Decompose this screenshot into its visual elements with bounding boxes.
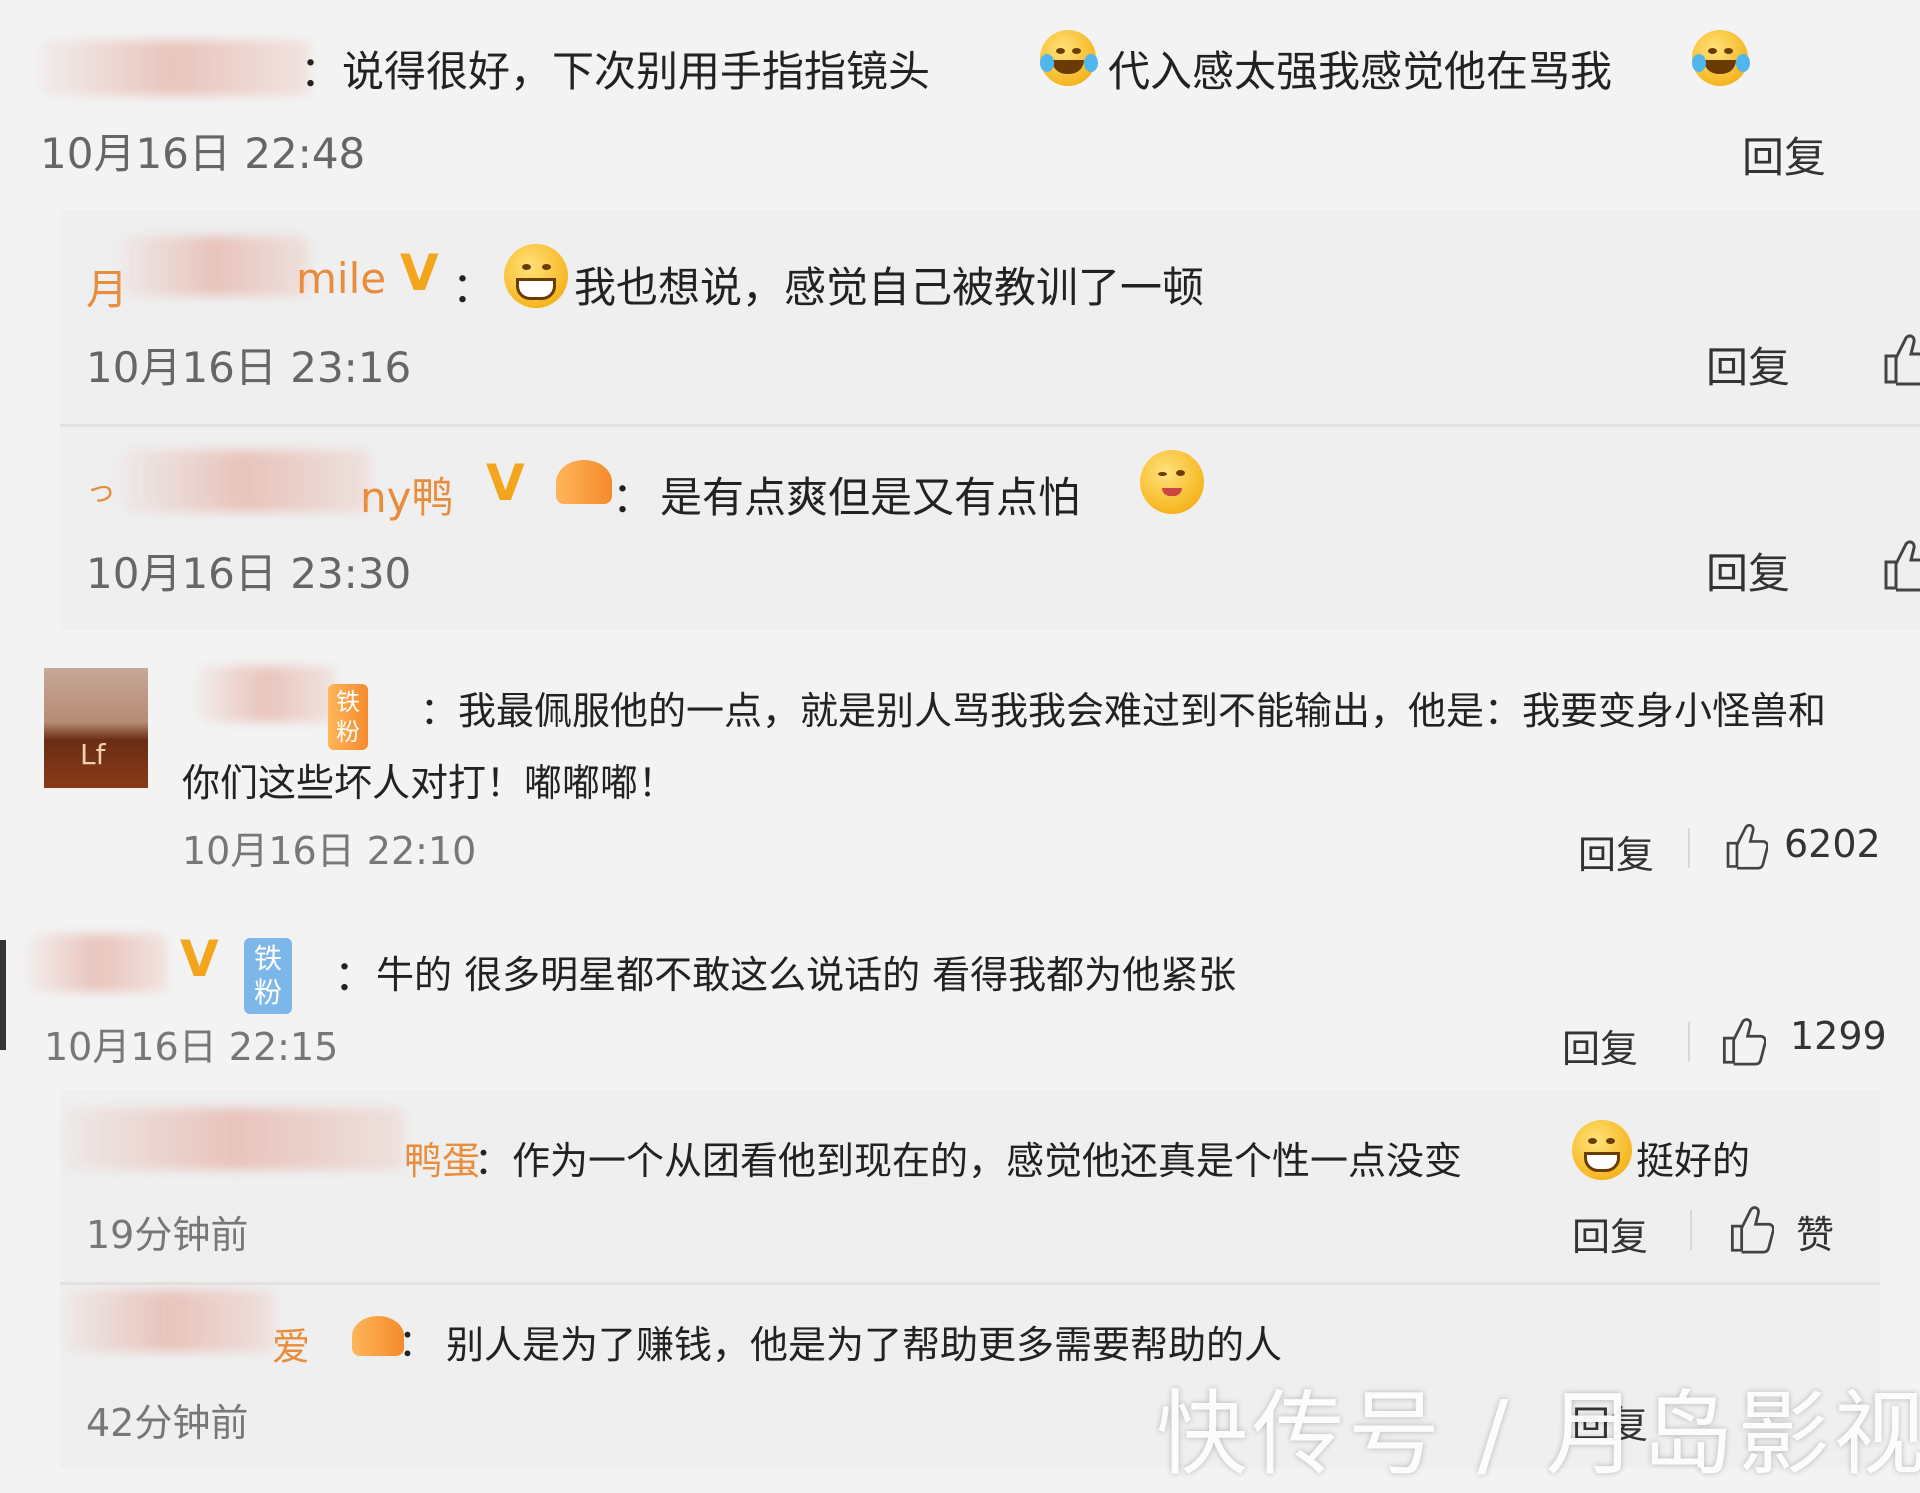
username-head: っ: [86, 474, 116, 509]
username-blurred: [28, 934, 168, 992]
username-tail[interactable]: 爱: [272, 1316, 310, 1371]
fan-badge: 铁粉: [244, 938, 293, 1014]
grin-emoji: [1572, 1120, 1632, 1180]
username-blurred: [196, 666, 336, 722]
thumbs-up-icon[interactable]: [1880, 536, 1920, 592]
fan-badge: 铁粉: [328, 684, 368, 750]
comment-text-line-2: 你们这些坏人对打！嘟嘟嘟！: [182, 761, 677, 805]
reply-button[interactable]: 回复: [1562, 1018, 1638, 1073]
fan-badge-icon: [556, 460, 612, 504]
verified-badge: V: [180, 930, 219, 988]
username-tail[interactable]: ny鸭: [360, 464, 453, 525]
thumbs-up-icon[interactable]: [1726, 1202, 1774, 1254]
reply-button[interactable]: 回复: [1742, 124, 1826, 185]
username-blurred: [120, 236, 310, 296]
divider: [60, 1282, 1880, 1285]
divider: [60, 424, 1920, 427]
username-blurred: [64, 1108, 404, 1170]
divider: [1690, 1210, 1692, 1250]
username-blurred: [40, 40, 310, 96]
laugh-cry-emoji: [1040, 30, 1098, 86]
comment-time: 19分钟前: [86, 1213, 249, 1257]
comment-text-part-2: 挺好的: [1636, 1139, 1751, 1183]
like-button-label[interactable]: 赞: [1796, 1204, 1834, 1259]
thumbs-up-icon[interactable]: [1722, 820, 1768, 870]
comment-time: 10月16日 22:15: [44, 1025, 339, 1069]
comment-time: 42分钟前: [86, 1401, 249, 1445]
reply-button[interactable]: 回复: [1706, 334, 1790, 395]
grin-emoji: [504, 244, 568, 308]
thumbs-up-icon[interactable]: [1718, 1014, 1766, 1066]
colon: ：: [398, 1321, 437, 1365]
thumbs-up-icon[interactable]: [1880, 330, 1920, 386]
laugh-cry-emoji: [1692, 30, 1750, 86]
avatar[interactable]: Lf: [44, 668, 148, 788]
divider: [1688, 828, 1690, 868]
reply-button[interactable]: 回复: [1706, 540, 1790, 601]
comment-text-part-1: ：作为一个从团看他到现在的，感觉他还真是个性一点没变: [474, 1139, 1463, 1183]
comment-text: 我也想说，感觉自己被教训了一顿: [574, 263, 1205, 312]
verified-badge: V: [486, 454, 525, 512]
username-blurred: [120, 450, 370, 512]
comment-1: ：说得很好，下次别用手指指镜头 代入感太强我感觉他在骂我 10月16日 22:4…: [0, 0, 1920, 200]
divider: [1688, 1022, 1690, 1062]
comment-text-part-2: 代入感太强我感觉他在骂我: [1108, 47, 1613, 96]
username-tail[interactable]: mile: [296, 254, 386, 303]
wink-emoji: [1140, 450, 1204, 514]
username-tail[interactable]: 鸭蛋: [404, 1130, 480, 1185]
fan-badge-icon: [352, 1316, 404, 1356]
comment-text: 牛的 很多明星都不敢这么说话的 看得我都为他紧张: [376, 953, 1237, 997]
comment-text-line-1: ：我最佩服他的一点，就是别人骂我我会难过到不能输出，他是：我要变身小怪兽和: [420, 689, 1827, 733]
reply-button[interactable]: 回复: [1572, 1206, 1648, 1261]
colon: ：: [334, 951, 377, 1000]
comment-text: 是有点爽但是又有点怕: [660, 473, 1081, 522]
verified-badge: V: [400, 244, 439, 302]
comment-text-part-1: ：说得很好，下次别用手指指镜头: [300, 47, 931, 96]
left-edge-bar: [0, 940, 6, 1050]
colon: ：: [452, 263, 495, 312]
watermark: 快传号 / 月岛影视: [1156, 1381, 1920, 1488]
like-count: 6202: [1784, 822, 1881, 866]
comment-time: 10月16日 22:48: [40, 129, 366, 178]
comment-time: 10月16日 23:30: [86, 549, 412, 598]
like-count: 1299: [1790, 1014, 1887, 1058]
comment-time: 10月16日 22:10: [182, 829, 477, 873]
comment-time: 10月16日 23:16: [86, 343, 412, 392]
reply-button[interactable]: 回复: [1578, 824, 1654, 879]
colon: ：: [612, 473, 655, 522]
username-blurred: [64, 1290, 274, 1352]
